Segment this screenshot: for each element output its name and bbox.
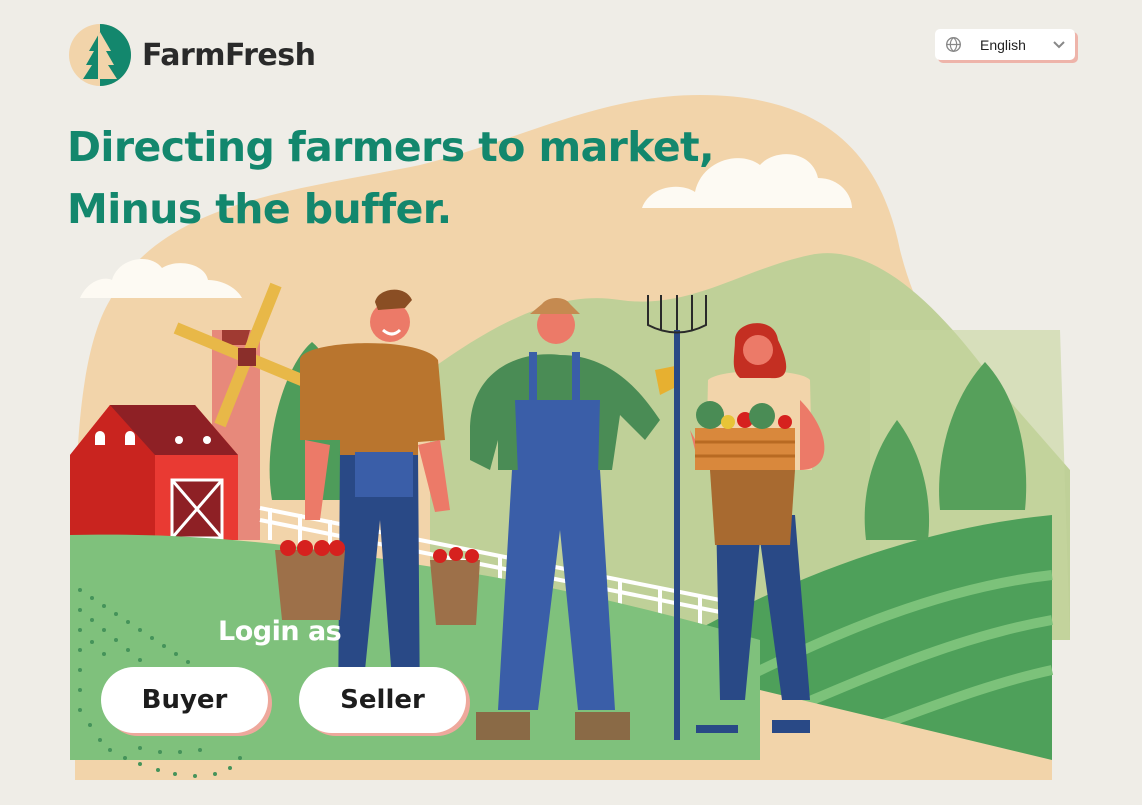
brand-logo[interactable]: FarmFresh	[68, 23, 316, 87]
tomato-basket	[275, 550, 345, 620]
brand-name: FarmFresh	[142, 37, 316, 73]
chevron-down-icon	[1053, 40, 1065, 48]
headline-line-2: Minus the buffer.	[67, 185, 452, 233]
globe-icon	[946, 37, 961, 52]
vegetable-crate	[695, 428, 795, 470]
login-as-label: Login as	[218, 616, 342, 647]
seller-button[interactable]: Seller	[299, 667, 466, 733]
buyer-button[interactable]: Buyer	[101, 667, 268, 733]
language-label: English	[980, 36, 1026, 53]
hero-headline: Directing farmers to market, Minus the b…	[67, 116, 715, 240]
tomato-basket	[430, 560, 480, 625]
headline-line-1: Directing farmers to market,	[67, 123, 715, 171]
pine-tree-icon	[69, 24, 131, 86]
language-selector[interactable]: English	[935, 29, 1075, 60]
